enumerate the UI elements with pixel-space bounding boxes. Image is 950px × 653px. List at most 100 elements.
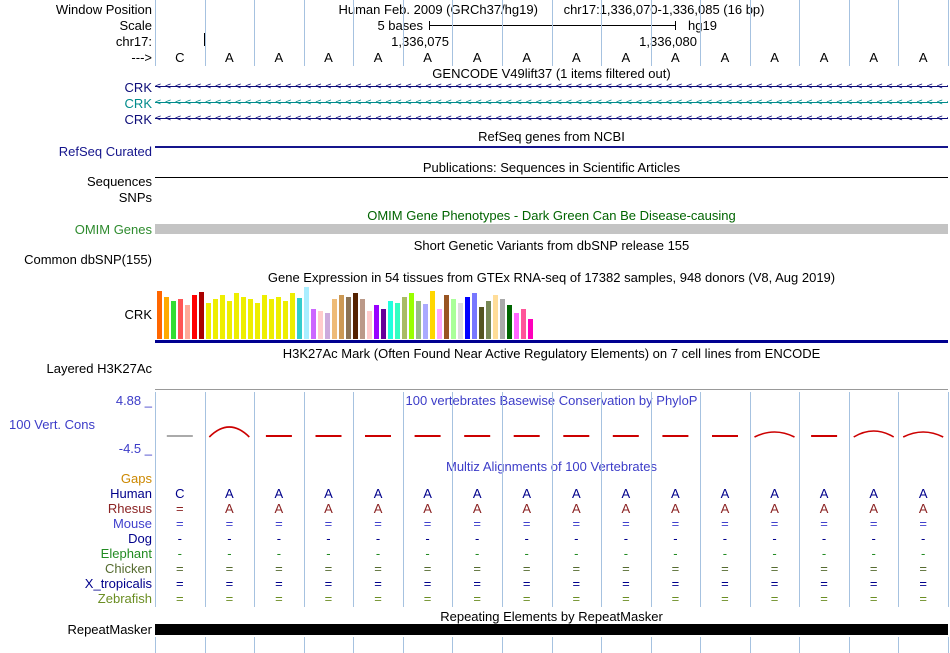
gtex-tissue-bar[interactable] <box>318 311 323 339</box>
gtex-tissue-bar[interactable] <box>430 291 435 339</box>
omim-gene-bar[interactable] <box>155 224 948 234</box>
omim-genes-label[interactable]: OMIM Genes <box>0 222 152 237</box>
multiz-species-x_tropicalis[interactable]: X_tropicalis <box>0 576 152 591</box>
multiz-cell: - <box>425 546 430 561</box>
gtex-tissue-bar[interactable] <box>500 299 505 339</box>
gtex-tissue-bar[interactable] <box>325 313 330 339</box>
gtex-tissue-bar[interactable] <box>276 297 281 339</box>
gtex-tissue-bar[interactable] <box>374 305 379 339</box>
multiz-cell: = <box>324 576 333 591</box>
multiz-species-gaps[interactable]: Gaps <box>0 471 152 486</box>
gtex-tissue-bar[interactable] <box>444 295 449 339</box>
gtex-tissue-bar[interactable] <box>234 293 239 339</box>
gtex-tissue-bar[interactable] <box>437 309 442 339</box>
refseq-gene-line[interactable] <box>155 146 948 148</box>
refseq-curated-label[interactable]: RefSeq Curated <box>0 144 152 159</box>
gene-label-crk[interactable]: CRK <box>0 112 152 127</box>
gtex-tissue-bar[interactable] <box>304 287 309 339</box>
multiz-cell: A <box>472 501 482 516</box>
h3k27ac-label[interactable]: Layered H3K27Ac <box>0 361 152 376</box>
gtex-tissue-bar[interactable] <box>241 297 246 339</box>
gene-strand-arrows[interactable]: <<<<<<<<<<<<<<<<<<<<<<<<<<<<<<<<<<<<<<<<… <box>155 81 948 93</box>
phylop-wiggle[interactable] <box>155 402 948 448</box>
dbsnp-label[interactable]: Common dbSNP(155) <box>0 252 152 267</box>
gtex-tissue-bar[interactable] <box>416 301 421 339</box>
multiz-species-chicken[interactable]: Chicken <box>0 561 152 576</box>
gtex-tissue-bar[interactable] <box>220 295 225 339</box>
multiz-species-rhesus[interactable]: Rhesus <box>0 501 152 516</box>
gtex-tissue-bar[interactable] <box>395 303 400 339</box>
gtex-tissue-bar[interactable] <box>192 295 197 339</box>
gtex-tissue-bar[interactable] <box>381 309 386 339</box>
gtex-tissue-bar[interactable] <box>157 291 162 339</box>
multiz-cell: A <box>324 501 333 516</box>
gtex-tissue-bar[interactable] <box>262 295 267 339</box>
multiz-cell: = <box>473 561 481 576</box>
multiz-species-zebrafish[interactable]: Zebrafish <box>0 591 152 606</box>
gtex-tissue-bar[interactable] <box>451 299 456 339</box>
gtex-tissue-bar[interactable] <box>311 309 316 339</box>
gtex-tissue-bar[interactable] <box>353 293 358 339</box>
gtex-tissue-bar[interactable] <box>269 299 274 339</box>
sequence-base: A <box>720 50 730 65</box>
multiz-cell: = <box>671 576 680 591</box>
gtex-tissue-bar[interactable] <box>388 301 393 339</box>
gene-strand-arrows[interactable]: <<<<<<<<<<<<<<<<<<<<<<<<<<<<<<<<<<<<<<<<… <box>155 113 948 125</box>
multiz-species-dog[interactable]: Dog <box>0 531 152 546</box>
gtex-tissue-bar[interactable] <box>213 299 218 339</box>
gtex-gene-label[interactable]: CRK <box>0 307 152 322</box>
gtex-tissue-bar[interactable] <box>199 292 204 339</box>
gtex-tissue-bar[interactable] <box>290 293 295 339</box>
multiz-cell: = <box>622 516 630 531</box>
multiz-species-mouse[interactable]: Mouse <box>0 516 152 531</box>
gtex-tissue-bar[interactable] <box>423 304 428 339</box>
gene-label-crk[interactable]: CRK <box>0 80 152 95</box>
gene-label-crk[interactable]: CRK <box>0 96 152 111</box>
repeatmasker-label[interactable]: RepeatMasker <box>0 622 152 637</box>
gtex-tissue-bar[interactable] <box>409 293 414 339</box>
gtex-tissue-bar[interactable] <box>402 297 407 339</box>
gtex-tissue-bar[interactable] <box>171 301 176 339</box>
phylop-track-label[interactable]: 100 Vert. Cons <box>0 417 95 432</box>
scale-ruler-left-tick <box>429 21 430 30</box>
gtex-tissue-bar[interactable] <box>227 301 232 339</box>
gtex-tissue-bar[interactable] <box>458 303 463 339</box>
gtex-tissue-bar[interactable] <box>248 299 253 339</box>
gtex-tissue-bar[interactable] <box>528 319 533 339</box>
gtex-tissue-bar[interactable] <box>297 298 302 339</box>
gtex-tissue-bar[interactable] <box>493 295 498 339</box>
gtex-tissue-bar[interactable] <box>339 295 344 339</box>
gtex-tissue-bar[interactable] <box>346 297 351 339</box>
multiz-cell: - <box>623 546 629 561</box>
gtex-tissue-bar[interactable] <box>507 305 512 339</box>
sequences-label[interactable]: Sequences <box>0 174 152 189</box>
gtex-tissue-bar[interactable] <box>521 309 526 339</box>
gtex-tissue-bar[interactable] <box>255 303 260 339</box>
repeatmasker-bar[interactable] <box>155 624 948 635</box>
multiz-cell: C <box>175 486 185 501</box>
gtex-tissue-bar[interactable] <box>486 301 491 339</box>
gtex-tissue-bar[interactable] <box>479 307 484 339</box>
gtex-tissue-bar[interactable] <box>332 299 337 339</box>
gtex-tissue-bar[interactable] <box>367 311 372 339</box>
gtex-tissue-bar[interactable] <box>360 299 365 339</box>
snps-label[interactable]: SNPs <box>0 190 152 205</box>
gtex-tissue-bar[interactable] <box>465 297 470 339</box>
gtex-tissue-bar[interactable] <box>283 301 288 339</box>
gtex-tissue-bar[interactable] <box>206 303 211 339</box>
gtex-tissue-bar[interactable] <box>472 293 477 339</box>
multiz-cell: = <box>275 516 283 531</box>
multiz-cell: = <box>820 591 828 606</box>
multiz-cell: = <box>225 576 234 591</box>
multiz-cell: = <box>671 561 680 576</box>
sequence-match-line[interactable] <box>155 177 948 178</box>
gtex-tissue-bar[interactable] <box>514 313 519 339</box>
gene-strand-arrows[interactable]: <<<<<<<<<<<<<<<<<<<<<<<<<<<<<<<<<<<<<<<<… <box>155 97 948 109</box>
multiz-species-elephant[interactable]: Elephant <box>0 546 152 561</box>
gtex-tissue-bar[interactable] <box>164 297 169 339</box>
multiz-species-human[interactable]: Human <box>0 486 152 501</box>
multiz-cell: = <box>374 516 382 531</box>
gtex-tissue-bar[interactable] <box>178 299 183 339</box>
gtex-bar-chart[interactable] <box>157 287 537 339</box>
gtex-tissue-bar[interactable] <box>185 305 190 339</box>
